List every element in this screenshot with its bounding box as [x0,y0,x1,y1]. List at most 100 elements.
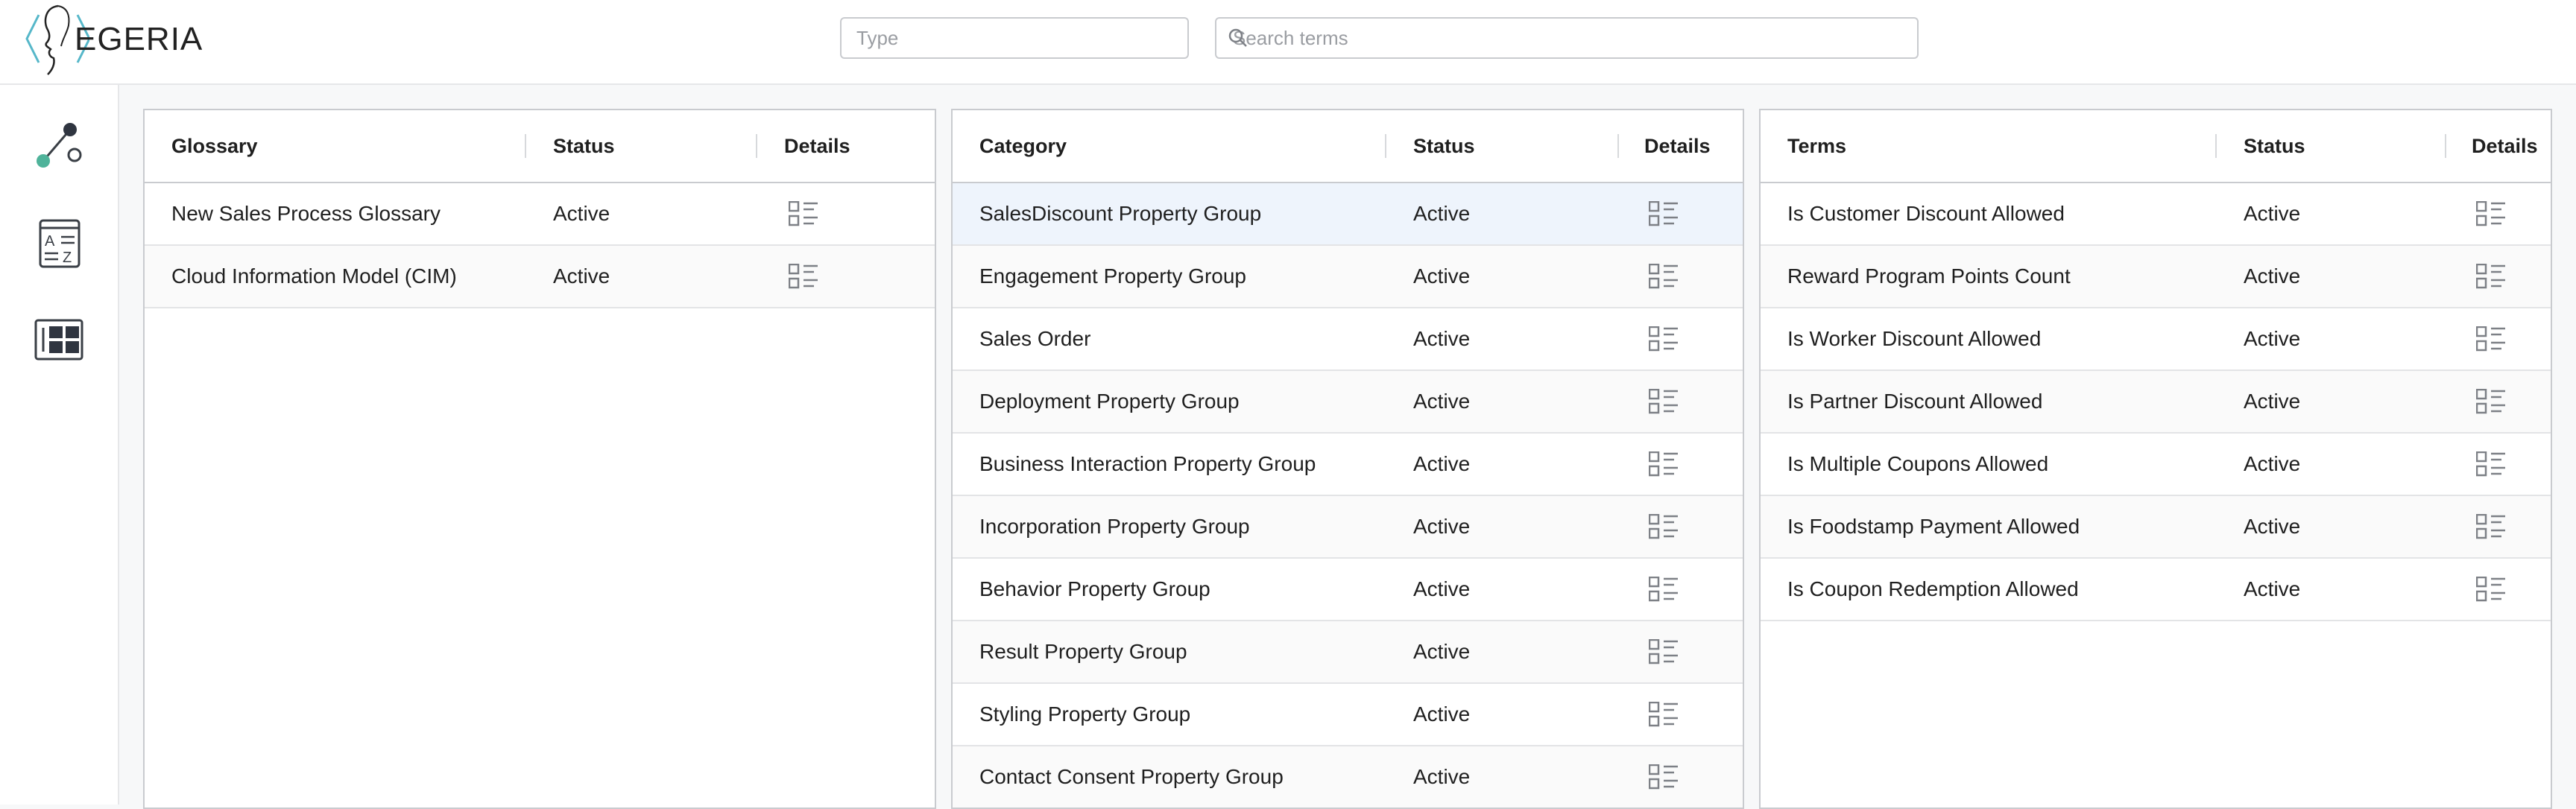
column-header-glossary[interactable]: Glossary [171,110,258,182]
details-icon[interactable] [2476,451,2506,477]
category-name: Business Interaction Property Group [979,452,1316,475]
category-name: Engagement Property Group [979,264,1246,288]
table-row[interactable]: Result Property Group Active [953,621,1743,684]
left-sidebar: A Z [0,85,119,805]
details-icon[interactable] [1649,639,1679,664]
column-header-terms[interactable]: Terms [1787,110,1846,182]
status-text: Active [1413,640,1471,663]
column-divider [1617,134,1619,158]
glossary-panel: Glossary Status Details New Sales Proces… [143,109,936,809]
details-icon[interactable] [2476,201,2506,226]
category-name: Incorporation Property Group [979,515,1250,538]
search-terms-input[interactable] [1215,17,1919,59]
svg-text:A: A [45,233,55,250]
details-icon[interactable] [1649,702,1679,727]
table-row[interactable]: Is Foodstamp Payment Allowed Active [1761,496,2551,559]
term-name: Is Coupon Redemption Allowed [1787,577,2079,600]
category-name: Result Property Group [979,640,1187,663]
details-icon[interactable] [1649,389,1679,414]
status-text: Active [2244,202,2301,225]
category-name: Sales Order [979,327,1091,350]
term-name: Is Partner Discount Allowed [1787,390,2043,413]
column-header-details: Details [1644,135,1711,157]
table-row[interactable]: SalesDiscount Property Group Active [953,183,1743,246]
column-divider [525,134,526,158]
svg-text:Z: Z [63,250,72,266]
terms-table-body: Is Customer Discount Allowed Active Reward… [1761,183,2551,621]
category-name: Styling Property Group [979,702,1191,726]
table-row[interactable]: New Sales Process Glossary Active [145,183,935,246]
details-icon[interactable] [1649,764,1679,790]
status-text: Active [1413,765,1471,788]
glossary-table-body: New Sales Process Glossary Active Cloud … [145,183,935,308]
search-box [1215,17,1919,59]
table-row[interactable]: Sales Order Active [953,308,1743,371]
details-icon[interactable] [1649,264,1679,289]
table-row[interactable]: Cloud Information Model (CIM) Active [145,246,935,308]
details-icon[interactable] [1649,201,1679,226]
category-panel: Category Status Details SalesDiscount Pr… [951,109,1744,809]
terms-table-header: Terms Status Details [1761,110,2551,183]
term-name: Is Foodstamp Payment Allowed [1787,515,2080,538]
details-icon[interactable] [2476,264,2506,289]
status-text: Active [1413,515,1471,538]
details-icon[interactable] [789,201,818,226]
status-text: Active [2244,264,2301,288]
graph-nodes-icon [37,123,82,168]
table-row[interactable]: Contact Consent Property Group Active [953,746,1743,808]
details-icon[interactable] [2476,389,2506,414]
table-row[interactable]: Styling Property Group Active [953,684,1743,746]
table-row[interactable]: Engagement Property Group Active [953,246,1743,308]
status-text: Active [1413,452,1471,475]
status-text: Active [2244,515,2301,538]
category-name: Contact Consent Property Group [979,765,1284,788]
glossary-table-header: Glossary Status Details [145,110,935,183]
status-text: Active [2244,390,2301,413]
table-row[interactable]: Is Worker Discount Allowed Active [1761,308,2551,371]
column-header-status[interactable]: Status [553,110,615,182]
status-text: Active [1413,577,1471,600]
table-row[interactable]: Deployment Property Group Active [953,371,1743,434]
details-icon[interactable] [1649,577,1679,602]
a-z-list-icon: A Z [39,219,80,268]
details-icon[interactable] [2476,326,2506,352]
status-text: Active [1413,264,1471,288]
details-icon[interactable] [2476,514,2506,539]
table-row[interactable]: Behavior Property Group Active [953,559,1743,621]
table-row[interactable]: Is Coupon Redemption Allowed Active [1761,559,2551,621]
details-icon[interactable] [1649,326,1679,352]
sidebar-item-az[interactable]: A Z [28,212,91,274]
table-row[interactable]: Incorporation Property Group Active [953,496,1743,559]
column-header-status[interactable]: Status [1413,110,1475,182]
column-header-status[interactable]: Status [2244,110,2305,182]
status-text: Active [553,202,610,225]
category-name: Deployment Property Group [979,390,1240,413]
table-row[interactable]: Business Interaction Property Group Activ… [953,434,1743,496]
details-icon[interactable] [1649,451,1679,477]
details-icon[interactable] [789,264,818,289]
status-text: Active [1413,327,1471,350]
column-header-details: Details [2472,135,2538,157]
status-text: Active [2244,327,2301,350]
table-row[interactable]: Is Customer Discount Allowed Active [1761,183,2551,246]
term-name: Reward Program Points Count [1787,264,2071,288]
table-row[interactable]: Is Multiple Coupons Allowed Active [1761,434,2551,496]
category-name: SalesDiscount Property Group [979,202,1262,225]
glossary-name: New Sales Process Glossary [171,202,441,225]
status-text: Active [553,264,610,288]
logo-text: EGERIA [75,21,203,57]
column-divider [1385,134,1386,158]
table-row[interactable]: Is Partner Discount Allowed Active [1761,371,2551,434]
sidebar-item-graph[interactable] [28,113,91,176]
column-header-details: Details [784,135,850,157]
details-icon[interactable] [2476,577,2506,602]
tile-grid-icon [34,319,83,361]
column-divider [2445,134,2446,158]
column-header-category[interactable]: Category [979,110,1067,182]
status-text: Active [1413,702,1471,726]
term-name: Is Customer Discount Allowed [1787,202,2065,225]
table-row[interactable]: Reward Program Points Count Active [1761,246,2551,308]
details-icon[interactable] [1649,514,1679,539]
type-filter-input[interactable] [840,17,1189,59]
sidebar-item-tiles[interactable] [28,308,91,371]
